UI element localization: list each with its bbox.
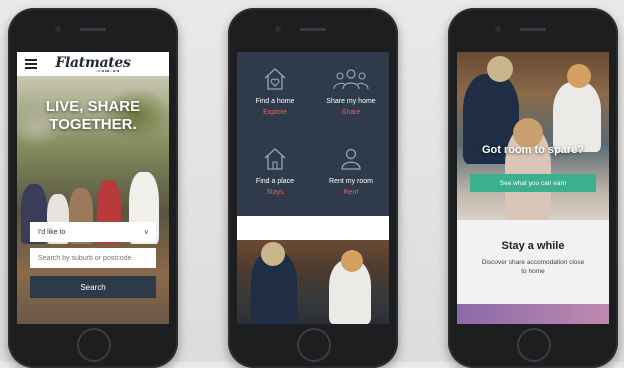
home-screen: LIVE, SHARE TOGETHER. Flatmates .com.au …	[17, 52, 169, 324]
panel-title: Stay a while	[501, 240, 565, 252]
kitchen-photo	[237, 240, 389, 324]
kitchen-photo	[457, 52, 609, 220]
logo[interactable]: Flatmates .com.au	[17, 55, 169, 73]
phone-host: Got room to spare? See what you can earn…	[448, 8, 618, 368]
speaker	[520, 28, 546, 31]
menu-item-share-home[interactable]: Share my home Share	[313, 66, 389, 116]
host-screen: Got room to spare? See what you can earn…	[457, 52, 609, 324]
divider-band	[237, 216, 389, 240]
menu-item-rent-room[interactable]: Rent my room Rent	[313, 146, 389, 196]
search-input[interactable]	[30, 248, 156, 268]
hero-title: LIVE, SHARE TOGETHER.	[17, 98, 169, 134]
person-icon	[341, 148, 361, 170]
camera	[55, 26, 61, 32]
speaker	[300, 28, 326, 31]
phone-menu: Find a home Explore Share my home Share	[228, 8, 398, 368]
panel-description: Discover share accomodation close to hom…	[481, 259, 585, 275]
stay-panel: Stay a while Discover share accomodation…	[457, 220, 609, 304]
search-button[interactable]: Search	[30, 276, 156, 298]
home-button	[517, 328, 551, 362]
hero-title-line1: LIVE, SHARE	[45, 98, 141, 115]
chevron-down-icon: v	[144, 228, 149, 236]
menu-item-title: Find a home	[255, 98, 295, 105]
sunset-photo	[457, 304, 609, 324]
camera	[495, 26, 501, 32]
home-button	[297, 328, 331, 362]
speaker	[80, 28, 106, 31]
earn-button[interactable]: See what you can earn	[470, 174, 596, 192]
menu-item-find-home[interactable]: Find a home Explore	[237, 66, 313, 116]
menu-item-sub: Share	[341, 109, 361, 116]
menu-item-sub: Explore	[263, 109, 287, 116]
menu-item-sub: Stays	[266, 189, 284, 196]
menu-item-title: Rent my room	[329, 178, 373, 185]
house-heart-icon	[264, 68, 286, 90]
people-group-icon	[333, 69, 369, 90]
intent-select[interactable]: I'd like to v	[30, 222, 156, 242]
home-button	[77, 328, 111, 362]
house-icon	[264, 148, 286, 170]
phone-home: LIVE, SHARE TOGETHER. Flatmates .com.au …	[8, 8, 178, 368]
menu-grid: Find a home Explore Share my home Share	[237, 52, 389, 216]
menu-item-sub: Rent	[343, 189, 359, 196]
hero-title: Got room to spare?	[481, 144, 585, 156]
menu-item-find-place[interactable]: Find a place Stays	[237, 146, 313, 196]
menu-screen: Find a home Explore Share my home Share	[237, 52, 389, 324]
hero-title-line2: TOGETHER.	[49, 116, 137, 133]
camera	[275, 26, 281, 32]
menu-item-title: Share my home	[326, 98, 376, 105]
menu-item-title: Find a place	[255, 178, 295, 185]
top-bar: Flatmates .com.au	[17, 52, 169, 76]
select-value: I'd like to	[38, 228, 66, 236]
